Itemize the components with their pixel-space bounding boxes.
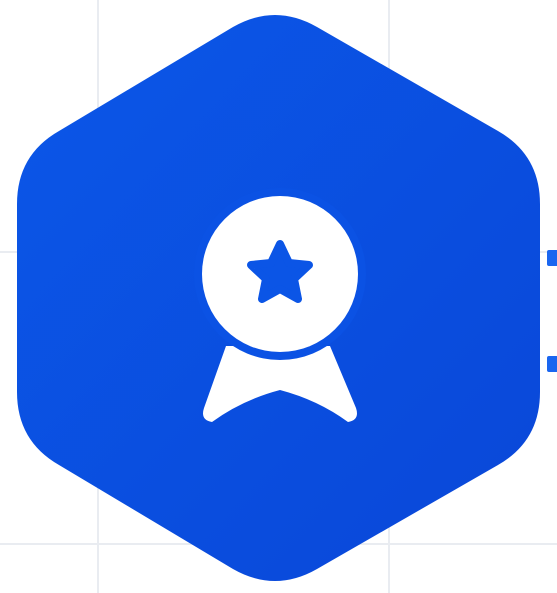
icon-canvas: [0, 0, 557, 593]
award-ribbon-star-icon: [194, 188, 366, 422]
award-badge: [17, 15, 540, 581]
